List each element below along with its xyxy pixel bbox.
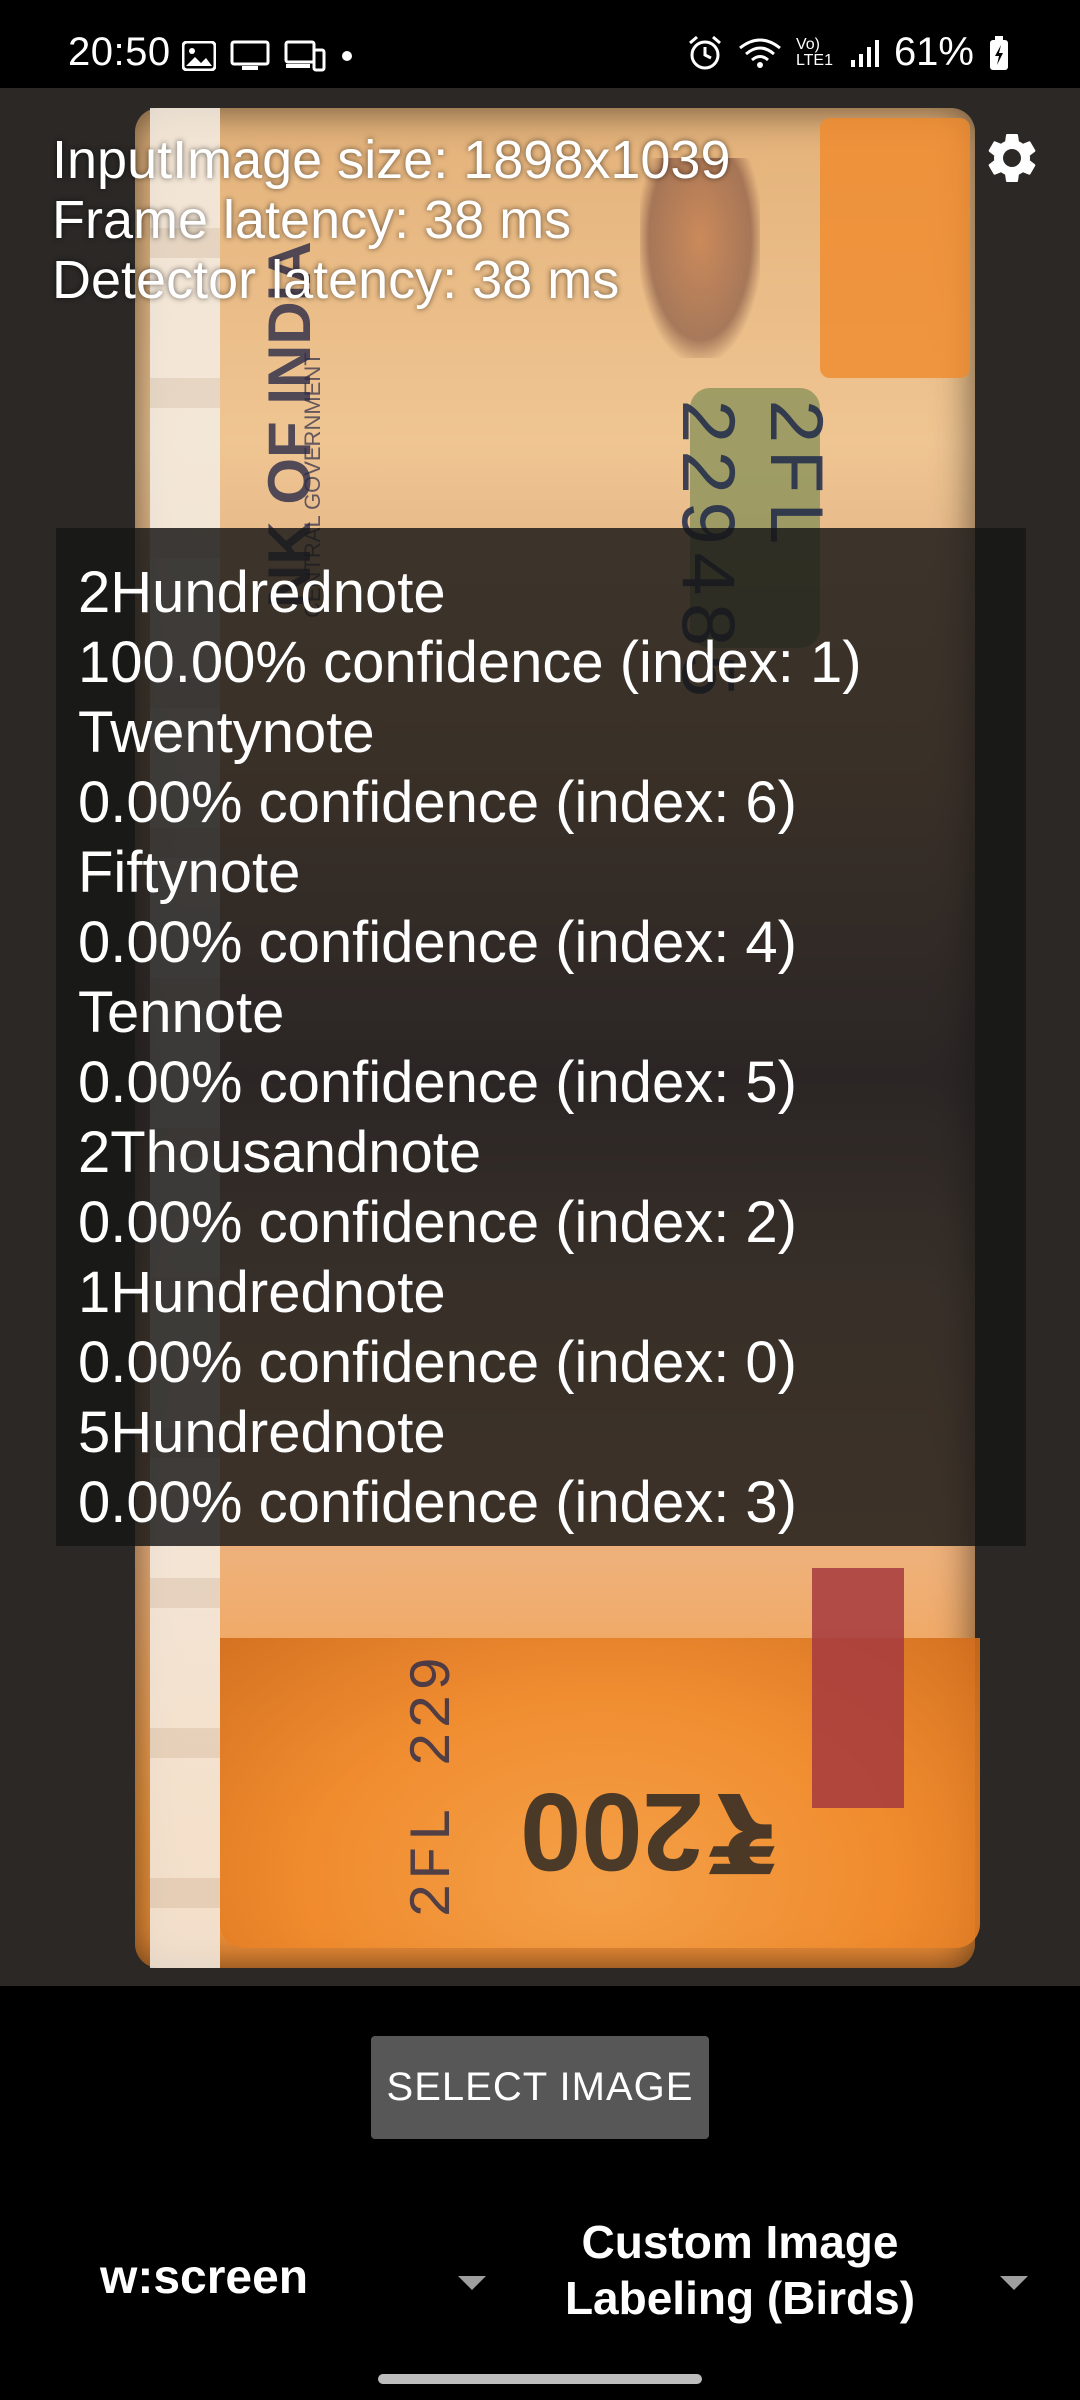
dot-icon <box>342 51 352 61</box>
status-time: 20:50 <box>68 30 171 74</box>
latency-stats: InputImage size: 1898x1039 Frame latency… <box>52 130 730 310</box>
result-label: 5Hundrednote <box>78 1400 446 1465</box>
signal-icon <box>850 39 879 67</box>
model-spinner-label: Custom Image Labeling (Birds) <box>540 2214 940 2326</box>
battery-charging-icon <box>990 35 1008 70</box>
result-label: 2Thousandnote <box>78 1120 482 1185</box>
wifi-icon <box>739 38 781 68</box>
detector-latency-text: Detector latency: 38 ms <box>52 250 620 310</box>
model-spinner-line1: Custom Image <box>581 2216 899 2268</box>
status-bar: 20:50 Vo) LTE1 61% <box>0 0 1080 88</box>
size-spinner[interactable]: w:screen <box>0 2210 500 2340</box>
dropdown-arrow-icon <box>1000 2276 1028 2290</box>
result-confidence: 0.00% confidence (index: 2) <box>78 1190 797 1255</box>
result-confidence: 0.00% confidence (index: 3) <box>78 1470 797 1535</box>
select-image-button[interactable]: SELECT IMAGE <box>371 2036 709 2139</box>
classification-results: 2Hundrednote 100.00% confidence (index: … <box>56 528 1026 1546</box>
result-confidence: 0.00% confidence (index: 6) <box>78 770 797 835</box>
screen-cast-icon <box>230 40 270 70</box>
result-label: Twentynote <box>78 700 375 765</box>
size-spinner-label: w:screen <box>100 2251 309 2304</box>
status-system-icons: Vo) LTE1 61% <box>686 30 1010 75</box>
model-spinner[interactable]: Custom Image Labeling (Birds) <box>540 2210 1080 2350</box>
network-label: Vo) LTE1 <box>795 35 833 69</box>
result-confidence: 0.00% confidence (index: 5) <box>78 1050 797 1115</box>
result-label: 1Hundrednote <box>78 1260 446 1325</box>
frame-latency-text: Frame latency: 38 ms <box>52 190 572 250</box>
banknote-orange-pattern <box>820 118 970 378</box>
devices-icon <box>284 40 326 72</box>
gallery-icon <box>182 41 216 71</box>
banknote-amount: ₹200 <box>520 1770 781 1893</box>
result-label: Fiftynote <box>78 840 301 905</box>
status-notification-icons <box>182 40 354 72</box>
home-indicator[interactable] <box>378 2374 702 2384</box>
banknote-serial-bottom: 2FL 229 <box>402 1653 467 1918</box>
alarm-icon <box>688 35 721 69</box>
result-confidence: 0.00% confidence (index: 4) <box>78 910 797 975</box>
battery-percent: 61% <box>893 30 974 74</box>
result-confidence: 100.00% confidence (index: 1) <box>78 630 862 695</box>
result-label: 2Hundrednote <box>78 560 446 625</box>
result-label: Tennote <box>78 980 285 1045</box>
dropdown-arrow-icon <box>458 2276 486 2290</box>
banknote-red-motif <box>812 1568 904 1808</box>
model-spinner-line2: Labeling (Birds) <box>564 2272 916 2324</box>
gear-icon[interactable] <box>982 128 1042 188</box>
input-size-text: InputImage size: 1898x1039 <box>52 130 731 190</box>
result-confidence: 0.00% confidence (index: 0) <box>78 1330 797 1395</box>
